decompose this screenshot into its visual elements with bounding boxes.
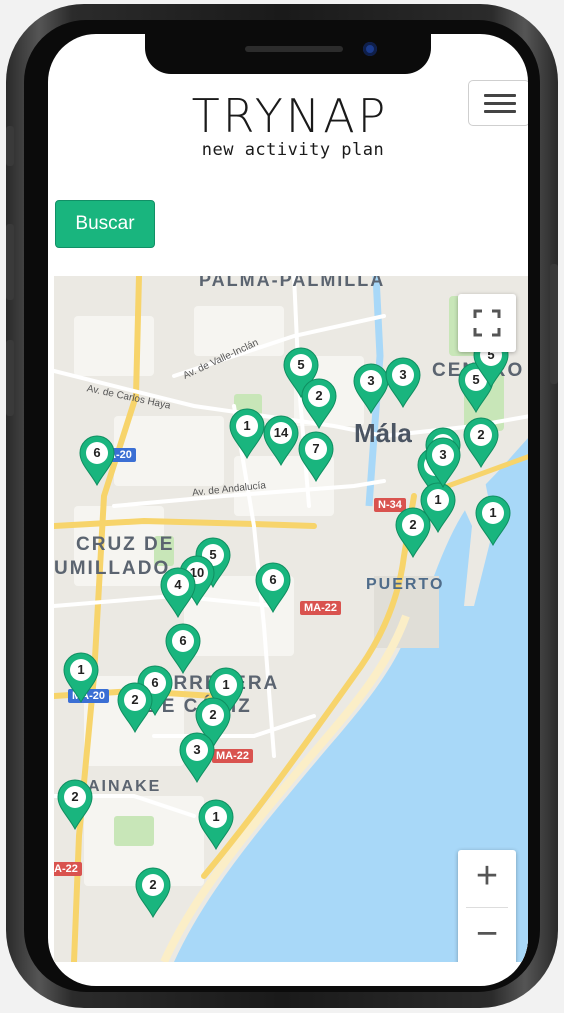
marker-count: 1 <box>212 809 220 824</box>
hamburger-icon-line <box>484 110 516 113</box>
activity-marker[interactable]: 6 <box>254 561 292 613</box>
marker-count: 3 <box>399 367 407 382</box>
activity-map[interactable]: PALMA-PALMILLA CENTRO Mála CRUZ DE UMILL… <box>54 276 528 962</box>
marker-count: 2 <box>315 388 323 403</box>
menu-button[interactable] <box>468 80 528 126</box>
zoom-in-button[interactable]: + <box>458 850 516 906</box>
activity-marker[interactable]: 4 <box>159 566 197 618</box>
marker-count: 2 <box>209 707 217 722</box>
area-label-humilladero: UMILLADO <box>54 558 171 579</box>
marker-count: 1 <box>222 677 230 692</box>
screen: TRYNAP new activity plan Buscar PALMA-PA… <box>48 34 528 986</box>
marker-count: 2 <box>409 517 417 532</box>
marker-count: 2 <box>149 877 157 892</box>
area-label-palma-palmilla: PALMA-PALMILLA <box>199 276 386 290</box>
marker-count: 1 <box>77 662 85 677</box>
marker-count: 5 <box>297 357 305 372</box>
marker-count: 7 <box>312 441 320 456</box>
marker-count: 1 <box>489 505 497 520</box>
area-label-ainake: AINAKE <box>88 778 162 795</box>
zoom-controls: + − <box>458 850 516 962</box>
volume-up-button <box>6 224 14 300</box>
area-label-malaga: Mála <box>354 418 412 448</box>
activity-marker[interactable]: 1 <box>474 494 512 546</box>
activity-marker[interactable]: 2 <box>462 416 500 468</box>
speaker <box>245 46 343 52</box>
camera <box>363 42 377 56</box>
marker-count: 4 <box>174 577 182 592</box>
road-shield: MA-22 <box>212 749 254 763</box>
trynap-logo[interactable]: TRYNAP new activity plan <box>180 90 400 170</box>
fullscreen-icon <box>473 309 501 337</box>
activity-marker[interactable]: 1 <box>228 407 266 459</box>
area-label-cruz-de: CRUZ DE <box>76 534 175 555</box>
activity-marker[interactable]: 2 <box>56 778 94 830</box>
activity-marker[interactable]: 6 <box>78 434 116 486</box>
hamburger-icon <box>484 94 516 97</box>
mute-switch <box>6 126 14 166</box>
activity-marker[interactable]: 2 <box>134 866 172 918</box>
area-label-puerto: PUERTO <box>366 576 445 593</box>
fullscreen-button[interactable] <box>458 294 516 352</box>
marker-count: 3 <box>439 447 447 462</box>
zoom-out-button[interactable]: − <box>458 908 516 962</box>
marker-count: 6 <box>179 633 187 648</box>
logo-subtitle: new activity plan <box>201 140 385 160</box>
activity-marker[interactable]: 2 <box>394 506 432 558</box>
road-shield: A-22 <box>54 862 82 876</box>
logo-title: TRYNAP <box>191 89 389 143</box>
road-shield: MA-22 <box>300 601 342 615</box>
activity-marker[interactable]: 2 <box>300 377 338 429</box>
activity-marker[interactable]: 3 <box>178 731 216 783</box>
activity-marker[interactable]: 3 <box>424 436 462 488</box>
activity-marker[interactable]: 1 <box>62 651 100 703</box>
activity-marker[interactable]: 14 <box>262 414 300 466</box>
marker-count: 14 <box>273 425 289 440</box>
marker-count: 1 <box>243 418 251 433</box>
volume-down-button <box>6 340 14 416</box>
marker-count: 6 <box>269 572 277 587</box>
notch <box>145 34 431 74</box>
activity-marker[interactable]: 3 <box>384 356 422 408</box>
phone-frame: TRYNAP new activity plan Buscar PALMA-PA… <box>6 4 558 1008</box>
marker-count: 2 <box>477 427 485 442</box>
activity-marker[interactable]: 7 <box>297 430 335 482</box>
marker-count: 2 <box>71 789 79 804</box>
marker-count: 3 <box>193 742 201 757</box>
activity-marker[interactable]: 1 <box>197 798 235 850</box>
marker-count: 2 <box>131 692 139 707</box>
marker-count: 6 <box>93 445 101 460</box>
hamburger-icon-line <box>484 102 516 105</box>
power-button <box>550 264 558 384</box>
activity-marker[interactable]: 2 <box>116 681 154 733</box>
search-button[interactable]: Buscar <box>55 200 155 248</box>
